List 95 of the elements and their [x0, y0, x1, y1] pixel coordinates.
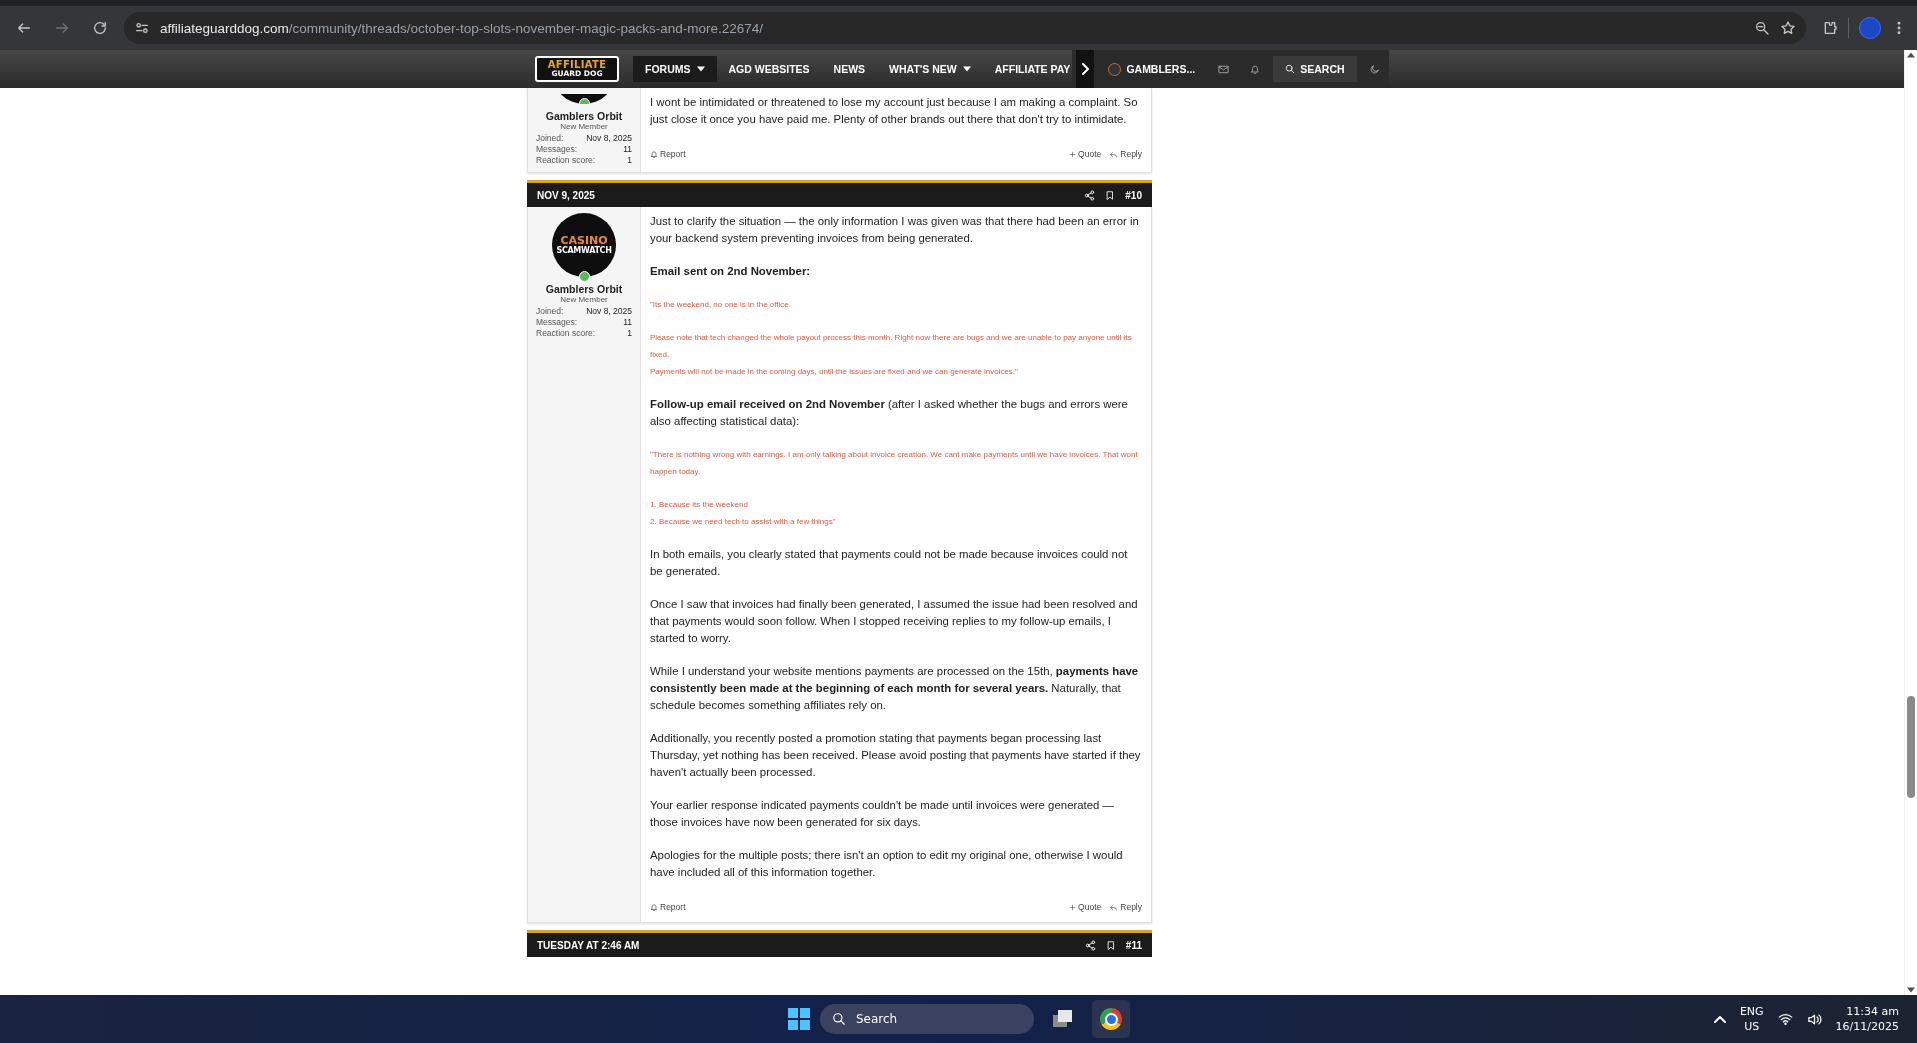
stat-label: Reaction score: — [536, 155, 596, 166]
nav-tab[interactable]: NEWS — [821, 56, 878, 82]
stat-label: Messages: — [536, 317, 578, 328]
quoted-email-text: Please note that tech changed the whole payout process this month. Right now there are bugs and we are unable to pay anyone until its fixed. — [650, 332, 1133, 361]
post-paragraph: Follow-up email received on 2nd November (after I asked whether the bugs and errors were also affecting statistical data): — [650, 397, 1129, 429]
caret-down-icon[interactable] — [962, 66, 971, 72]
avatar-logo-text: CASINO — [560, 234, 608, 246]
quote-link[interactable]: Quote — [1069, 899, 1102, 916]
post-paragraph: Once I saw that invoices had finally been generated, I assumed the issue had been resolved and that payments would soon follow. When I stopped receiving replies to my follow-up emails, I started to worry. — [650, 597, 1139, 646]
post-date: NOV 9, 2025 — [537, 189, 596, 201]
reload-icon[interactable] — [92, 20, 108, 36]
quoted-email-text: 1. Because its the weekend — [650, 499, 749, 511]
reply-link[interactable]: Reply — [1109, 899, 1142, 916]
post-heading: Email sent on 2nd November: — [650, 264, 812, 279]
quote-link[interactable]: Quote — [1069, 146, 1102, 163]
extension-puzzle-icon[interactable] — [1822, 20, 1838, 36]
stat-value: 1 — [627, 328, 632, 339]
username[interactable]: Gamblers Orbit — [545, 283, 623, 295]
nav-tab[interactable]: AGD WEBSITES — [716, 56, 822, 82]
reply-arrow-icon — [1109, 150, 1119, 159]
share-icon[interactable] — [1084, 939, 1096, 951]
caret-down-icon[interactable] — [696, 66, 705, 72]
quoted-email-text: "Its the weekend, no one is in the office. — [650, 299, 792, 311]
nav-tab[interactable]: WHAT'S NEW — [877, 56, 983, 82]
quoted-email-text: 2. Because we need tech to assist with a few things" — [650, 516, 837, 528]
post-number[interactable]: #11 — [1125, 939, 1142, 951]
report-link[interactable]: Report — [650, 146, 686, 163]
quoted-email-text: Payments will not be made in the coming days, until the issues are fixed and we can generate invoices." — [650, 366, 1019, 378]
scroll-down-icon[interactable] — [1907, 987, 1915, 993]
account-menu[interactable]: GAMBLERS... — [1098, 56, 1206, 82]
search-button[interactable]: SEARCH — [1273, 56, 1357, 82]
post-paragraph: Additionally, you recently posted a promotion stating that payments began processing last Thursday, yet nothing has been received. Please avoid posting that payments have started if they haven't actually been processed. — [650, 731, 1142, 780]
stat-label: Joined: — [536, 306, 564, 317]
address-bar[interactable]: affiliateguarddog.com/community/threads/october-top-slots-november-magic-packs-and-more.22674/ — [124, 12, 1806, 44]
post-paragraph: Your earlier response indicated payments couldn't be made until invoices were generated — those invoices have now been generated for six days. — [650, 798, 1115, 830]
bell-icon — [650, 903, 658, 912]
star-icon[interactable] — [1780, 20, 1796, 36]
reply-arrow-icon — [1109, 903, 1119, 912]
moon-icon[interactable] — [1369, 63, 1381, 75]
stat-value: Nov 8, 2025 — [586, 133, 632, 144]
zoom-out-icon[interactable] — [1754, 20, 1770, 36]
back-arrow-icon[interactable] — [16, 20, 32, 36]
search-icon — [1285, 64, 1296, 74]
avatar-logo-text: SCAMWATCH — [556, 245, 612, 256]
bookmark-icon[interactable] — [1105, 189, 1116, 201]
bell-icon — [650, 150, 658, 159]
url-text: affiliateguarddog.com/community/threads/october-top-slots-november-magic-packs-and-more.22674/ — [160, 20, 765, 36]
share-icon[interactable] — [1084, 189, 1096, 201]
browser-taskbar-button[interactable] — [1092, 1000, 1130, 1038]
clock[interactable]: 11:34 am 16/11/2025 — [1835, 1004, 1899, 1034]
envelope-icon[interactable] — [1217, 64, 1229, 74]
stat-value: 11 — [623, 317, 632, 328]
avatar-logo[interactable]: CASINO SCAMWATCH — [552, 213, 616, 277]
taskbar-search[interactable]: Search — [820, 1004, 1034, 1034]
scroll-right-button[interactable] — [1076, 50, 1095, 88]
bookmark-icon[interactable] — [1105, 939, 1116, 951]
scroll-up-icon[interactable] — [1907, 52, 1915, 58]
stat-label: Messages: — [536, 144, 578, 155]
logo-text: AFFILIATE — [547, 60, 607, 71]
windows-start-icon[interactable] — [788, 1008, 810, 1030]
search-icon — [832, 1012, 846, 1026]
post-paragraph: Just to clarify the situation — the only information I was given was that there had been an error in your backend system preventing invoices from being generated. — [650, 214, 1140, 246]
post-number[interactable]: #10 — [1125, 189, 1142, 201]
chevron-up-icon[interactable] — [1713, 1015, 1726, 1023]
user-title: New Member — [560, 122, 608, 131]
language-indicator[interactable]: ENG US — [1739, 1004, 1764, 1034]
post-paragraph: While I understand your website mentions payments are processed on the 15th, payments have consistently been made at the beginning of each month for several years. Naturally, that schedule becomes something affiliates rely on. — [650, 664, 1140, 713]
plus-icon — [1069, 151, 1077, 158]
post-paragraph: In both emails, you clearly stated that payments could not be made because invoices could not be generated. — [650, 547, 1129, 579]
stat-label: Reaction score: — [536, 328, 596, 339]
user-avatar — [1108, 62, 1122, 76]
nav-tab[interactable]: FORUMS — [633, 56, 717, 82]
chevron-right-icon — [1080, 63, 1091, 75]
speaker-icon[interactable] — [1806, 1012, 1822, 1026]
stat-value: 1 — [627, 155, 632, 166]
wifi-icon[interactable] — [1777, 1013, 1793, 1025]
task-view-icon[interactable] — [1052, 1009, 1074, 1029]
plus-icon — [1069, 904, 1077, 911]
stat-value: 11 — [623, 144, 632, 155]
profile-avatar[interactable] — [1859, 17, 1881, 39]
stat-value: Nov 8, 2025 — [586, 306, 632, 317]
browser-icon — [1100, 1008, 1122, 1030]
report-link[interactable]: Report — [650, 899, 686, 916]
nav-tab[interactable]: AFFILIATE PAY — [982, 56, 1073, 82]
quoted-email-text: "There is nothing wrong with earnings. I am only talking about invoice creation. We cant make payments until we have invoices. That wont happen today. — [650, 449, 1139, 478]
scrollbar-thumb[interactable] — [1907, 696, 1915, 798]
reply-link[interactable]: Reply — [1109, 146, 1142, 163]
bell-icon[interactable] — [1250, 63, 1261, 75]
user-title: New Member — [560, 295, 608, 304]
post-paragraph: I wont be intimidated or threatened to lose my account just because I am making a complaint. So just close it once you have paid me. Plenty of other brands out there that don't try to intimidate. — [650, 95, 1139, 127]
post-date: TUESDAY AT 2:46 AM — [537, 939, 641, 951]
username[interactable]: Gamblers Orbit — [545, 110, 623, 122]
stat-label: Joined: — [536, 133, 564, 144]
site-settings-icon[interactable] — [134, 20, 150, 36]
post-paragraph: Apologies for the multiple posts; there isn't an option to edit my original one, otherwise I would have included all of this information together. — [650, 848, 1124, 880]
